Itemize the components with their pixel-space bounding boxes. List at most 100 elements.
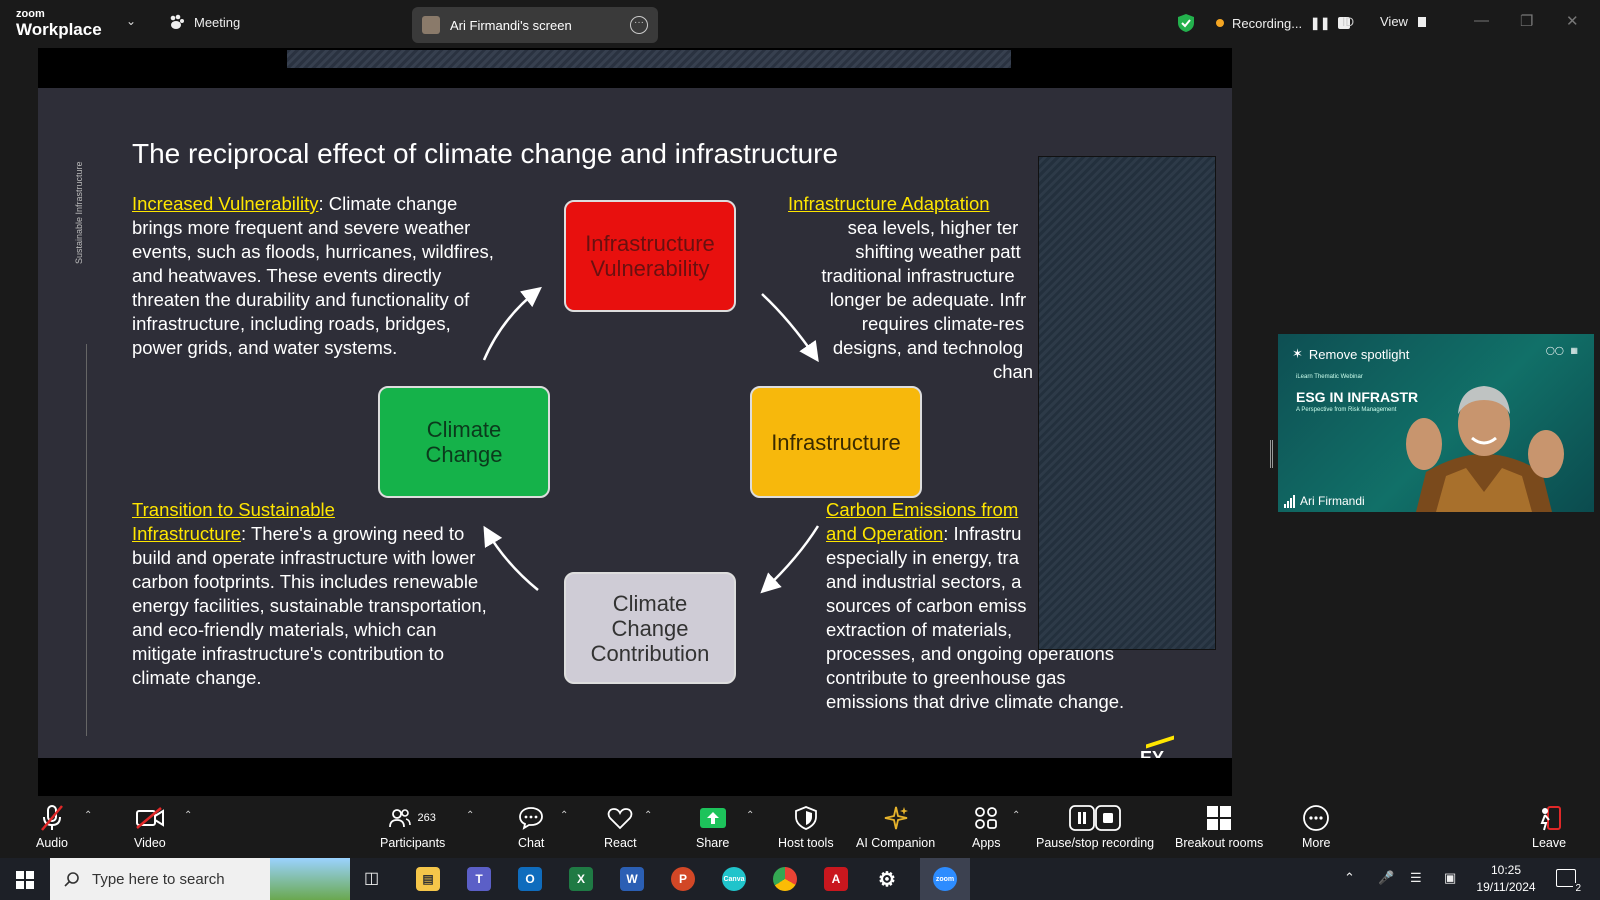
ey-logo: EY xyxy=(1140,748,1165,758)
system-clock[interactable]: 10:25 19/11/2024 xyxy=(1472,862,1540,896)
encryption-shield-icon[interactable] xyxy=(1178,14,1194,32)
restore-icon[interactable]: ❐ xyxy=(1520,12,1533,30)
host-tools-label: Host tools xyxy=(778,836,834,850)
chat-options-caret[interactable]: ⌃ xyxy=(560,810,568,821)
word-icon[interactable]: W xyxy=(620,867,644,891)
spotlight-video-tile[interactable]: iLearn Thematic Webinar ESG IN INFRASTRE… xyxy=(1278,334,1594,512)
ai-companion-button[interactable]: AI Companion xyxy=(856,804,935,850)
more-options-icon[interactable]: ··· xyxy=(630,16,648,34)
settings-gear-icon[interactable]: ⚙ xyxy=(875,867,899,891)
more-button[interactable]: More xyxy=(1302,804,1330,850)
notifications-button[interactable]: 2 xyxy=(1556,869,1583,894)
increased-vulnerability-body: Climate change brings more frequent and … xyxy=(132,193,494,358)
carbon-line: emissions that drive climate change. xyxy=(826,691,1125,712)
leave-button[interactable]: Leave xyxy=(1532,804,1566,850)
view-button[interactable]: View xyxy=(1380,14,1426,29)
brand-large: Workplace xyxy=(16,20,102,39)
show-hidden-icons-chevron[interactable]: ⌃ xyxy=(1344,870,1355,886)
chat-icon xyxy=(519,807,544,830)
climate-change-box: Climate Change xyxy=(378,386,550,498)
breakout-rooms-icon xyxy=(1207,806,1232,830)
webinar-small-text: iLearn Thematic Webinar xyxy=(1296,374,1363,380)
breakout-rooms-button[interactable]: Breakout rooms xyxy=(1175,804,1263,850)
pause-stop-recording-button[interactable]: Pause/stop recording xyxy=(1036,804,1154,850)
zoom-workplace-logo[interactable]: zoom Workplace xyxy=(16,9,102,39)
apps-icon xyxy=(975,807,998,829)
participants-icon xyxy=(389,809,412,828)
slide-section-label: Sustainable Infrastructure xyxy=(74,161,84,264)
host-tools-button[interactable]: Host tools xyxy=(778,804,834,850)
ey-logo-bar xyxy=(1146,735,1174,749)
teams-icon[interactable]: T xyxy=(467,867,491,891)
windows-start-icon[interactable] xyxy=(16,871,34,889)
audio-button[interactable]: Audio xyxy=(36,804,68,850)
taskbar-search-box[interactable]: Type here to search xyxy=(50,858,350,900)
box-line: Change xyxy=(425,442,503,467)
participants-button[interactable]: 263 Participants xyxy=(380,804,445,850)
react-options-caret[interactable]: ⌃ xyxy=(644,810,652,821)
apps-options-caret[interactable]: ⌃ xyxy=(1012,810,1020,821)
task-view-icon[interactable]: ◫ xyxy=(364,868,379,888)
clock-date: 19/11/2024 xyxy=(1476,880,1536,894)
slide-title: The reciprocal effect of climate change … xyxy=(132,138,839,169)
pause-stop-label: Pause/stop recording xyxy=(1036,836,1155,850)
sustainable-transition-heading-1: Transition to Sustainable xyxy=(132,499,335,520)
heart-icon xyxy=(608,808,633,830)
infrastructure-vulnerability-box: Infrastructure Vulnerability xyxy=(564,200,736,312)
presentation-slide: Sustainable Infrastructure 24 The recipr… xyxy=(38,88,1232,758)
view-layout-icon xyxy=(1417,17,1426,27)
meeting-info-button[interactable]: Meeting xyxy=(168,14,240,30)
share-button[interactable]: Share xyxy=(696,804,729,850)
file-explorer-icon[interactable]: ▤ xyxy=(416,867,440,891)
panel-resize-handle[interactable] xyxy=(1270,440,1273,468)
participants-options-caret[interactable]: ⌃ xyxy=(466,810,474,821)
adaptation-line: requires climate-res xyxy=(861,313,1025,334)
canva-icon[interactable]: Canva xyxy=(722,867,746,891)
outlook-icon[interactable]: O xyxy=(518,867,542,891)
carbon-line: contribute to greenhouse gas xyxy=(826,667,1066,688)
chrome-icon[interactable] xyxy=(773,867,797,891)
zoom-app-icon[interactable]: zoom xyxy=(933,867,957,891)
notification-count: 2 xyxy=(1573,883,1583,894)
sustainable-transition-body: : There's a growing need to build and op… xyxy=(132,523,487,688)
adaptation-line: sea levels, higher ter xyxy=(847,217,1019,238)
acrobat-icon[interactable]: A xyxy=(824,867,848,891)
screen-share-indicator[interactable]: Ari Firmandi's screen ··· xyxy=(412,7,658,43)
slide-divider-line xyxy=(86,344,87,736)
audio-options-caret[interactable]: ⌃ xyxy=(84,810,92,821)
search-placeholder: Type here to search xyxy=(92,870,225,888)
minimize-icon[interactable]: — xyxy=(1474,12,1489,29)
recording-dot-icon xyxy=(1216,19,1224,27)
language-indicator[interactable]: ID xyxy=(1342,15,1354,29)
close-icon[interactable]: ✕ xyxy=(1566,12,1579,30)
video-button[interactable]: Video xyxy=(134,804,166,850)
view-label: View xyxy=(1380,14,1408,29)
apps-label: Apps xyxy=(972,836,1001,850)
display-icon[interactable]: ▣ xyxy=(1444,870,1456,886)
muted-microphone-icon xyxy=(41,805,63,831)
powerpoint-icon[interactable]: P xyxy=(671,867,695,891)
presenter-avatar xyxy=(422,16,440,34)
more-icon xyxy=(1303,805,1330,831)
apps-button[interactable]: Apps xyxy=(972,804,1001,850)
sparkle-icon xyxy=(884,806,908,830)
remove-spotlight-button[interactable]: ✶ Remove spotlight xyxy=(1292,346,1409,362)
leave-label: Leave xyxy=(1532,836,1567,850)
chat-button[interactable]: Chat xyxy=(518,804,544,850)
share-screen-icon xyxy=(699,808,726,828)
adaptation-line: chan xyxy=(992,361,1034,382)
excel-icon[interactable]: X xyxy=(569,867,593,891)
share-options-caret[interactable]: ⌃ xyxy=(746,810,754,821)
shared-screen: Sustainable Infrastructure 24 The recipr… xyxy=(38,48,1232,796)
video-off-icon xyxy=(135,807,164,829)
pause-recording-icon[interactable]: ❚❚ xyxy=(1310,16,1330,30)
microphone-in-use-icon[interactable]: 🎤 xyxy=(1378,870,1394,886)
network-icon[interactable]: ☰ xyxy=(1410,870,1422,886)
share-label: Share xyxy=(696,836,730,850)
box-line: Contribution xyxy=(590,640,710,666)
clock-time: 10:25 xyxy=(1490,863,1522,877)
react-button[interactable]: React xyxy=(604,804,637,850)
carbon-emissions-first-line: : Infrastru xyxy=(943,523,1022,544)
video-options-caret[interactable]: ⌃ xyxy=(184,810,192,821)
chevron-down-icon[interactable]: ⌄ xyxy=(126,14,136,28)
